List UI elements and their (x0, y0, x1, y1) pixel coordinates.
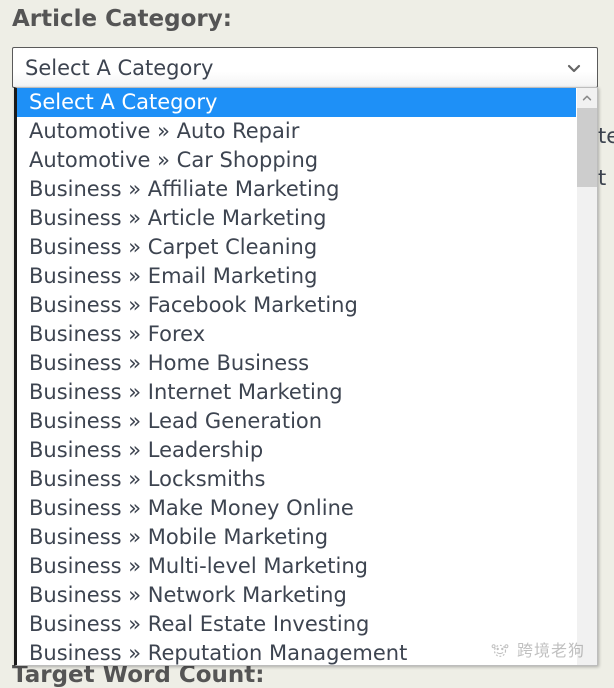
scrollbar-thumb[interactable] (577, 108, 597, 187)
dropdown-option[interactable]: Business » Facebook Marketing (17, 291, 576, 320)
dropdown-option[interactable]: Business » Reputation Management (17, 639, 576, 665)
background-text-fragment-one: te (598, 124, 614, 148)
dropdown-option[interactable]: Business » Leadership (17, 436, 576, 465)
dropdown-scrollbar[interactable] (576, 88, 597, 665)
dropdown-option[interactable]: Business » Home Business (17, 349, 576, 378)
chevron-down-icon (565, 59, 583, 77)
dropdown-option[interactable]: Business » Network Marketing (17, 581, 576, 610)
chevron-up-icon (581, 92, 593, 104)
dropdown-option[interactable]: Business » Locksmiths (17, 465, 576, 494)
dropdown-option[interactable]: Select A Category (17, 88, 576, 117)
dropdown-option[interactable]: Business » Mobile Marketing (17, 523, 576, 552)
dropdown-option[interactable]: Business » Lead Generation (17, 407, 576, 436)
dropdown-option[interactable]: Business » Multi-level Marketing (17, 552, 576, 581)
dropdown-option[interactable]: Automotive » Auto Repair (17, 117, 576, 146)
dropdown-option[interactable]: Automotive » Car Shopping (17, 146, 576, 175)
dropdown-option[interactable]: Business » Make Money Online (17, 494, 576, 523)
dropdown-option[interactable]: Business » Email Marketing (17, 262, 576, 291)
dropdown-option[interactable]: Business » Internet Marketing (17, 378, 576, 407)
page-title: Article Category: (12, 6, 232, 32)
article-category-dropdown[interactable]: Select A Category Automotive » Auto Repai… (14, 87, 598, 666)
background-text-fragment-two: t (598, 166, 607, 190)
dropdown-option[interactable]: Business » Article Marketing (17, 204, 576, 233)
dropdown-option[interactable]: Business » Affiliate Marketing (17, 175, 576, 204)
scrollbar-up-button[interactable] (577, 88, 597, 108)
dropdown-option[interactable]: Business » Carpet Cleaning (17, 233, 576, 262)
article-category-select-value: Select A Category (25, 55, 214, 80)
dropdown-option[interactable]: Business » Real Estate Investing (17, 610, 576, 639)
dropdown-option[interactable]: Business » Forex (17, 320, 576, 349)
page-root: Article Category: Select A Category te t… (0, 0, 614, 688)
article-category-option-list[interactable]: Select A Category Automotive » Auto Repai… (17, 88, 576, 665)
article-category-select[interactable]: Select A Category (12, 47, 598, 88)
